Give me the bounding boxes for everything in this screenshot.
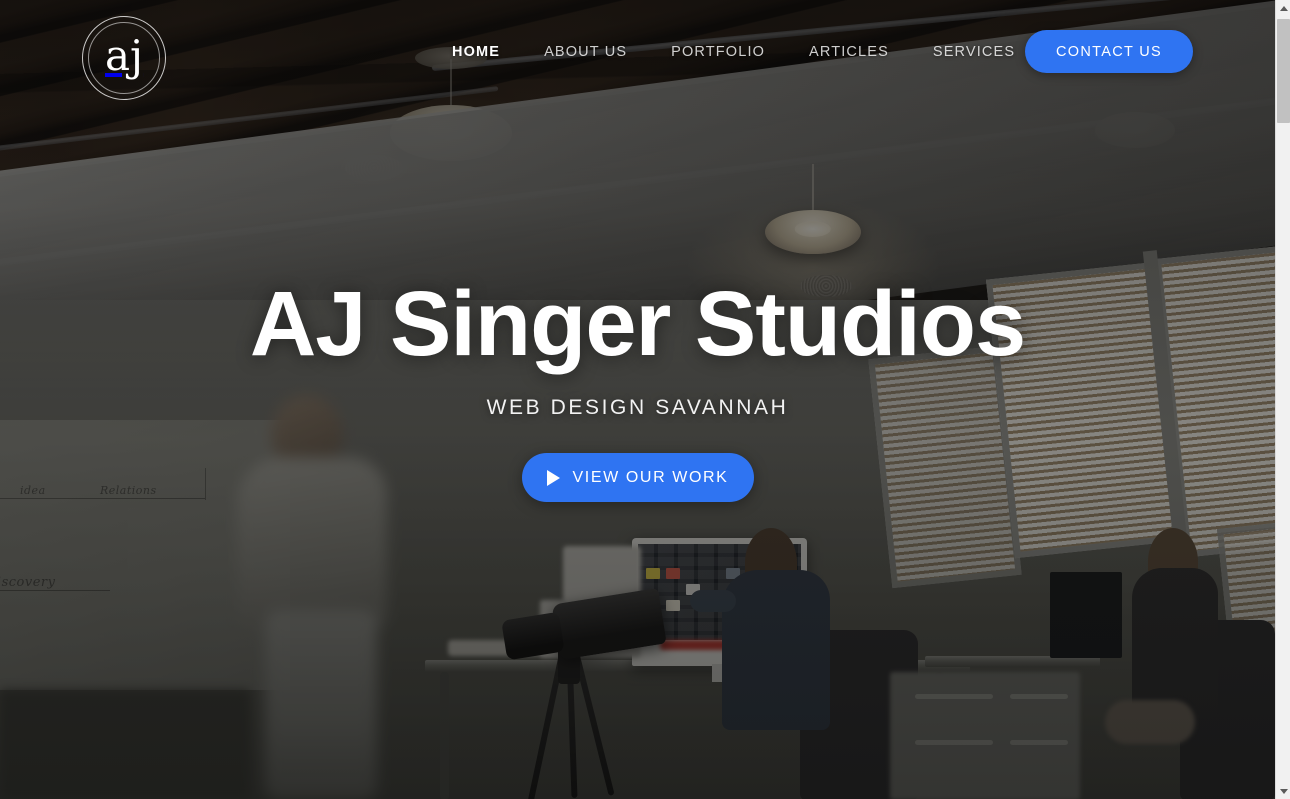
browser-viewport: idea Relations Discovery (0, 0, 1290, 799)
nav-link-articles[interactable]: ARTICLES (787, 44, 911, 60)
main-navigation: HOME ABOUT US PORTFOLIO ARTICLES SERVICE… (430, 0, 1037, 103)
hero-section: AJ Singer Studios WEB DESIGN SAVANNAH VI… (0, 278, 1275, 502)
scrollbar-thumb[interactable] (1277, 19, 1290, 123)
site-logo[interactable]: aj (82, 16, 166, 100)
hero-subtitle: WEB DESIGN SAVANNAH (486, 396, 789, 419)
site-header: aj HOME ABOUT US PORTFOLIO ARTICLES SERV… (0, 0, 1275, 103)
web-page: idea Relations Discovery (0, 0, 1275, 799)
view-our-work-button[interactable]: VIEW OUR WORK (521, 453, 754, 502)
logo-monogram: aj (104, 31, 144, 80)
scroll-down-arrow-icon[interactable] (1276, 783, 1290, 799)
scroll-up-arrow-icon[interactable] (1276, 0, 1290, 16)
nav-link-services[interactable]: SERVICES (911, 44, 1037, 60)
vertical-scrollbar[interactable] (1275, 0, 1290, 799)
play-icon (546, 469, 560, 486)
contact-us-button[interactable]: CONTACT US (1025, 30, 1193, 73)
nav-link-home[interactable]: HOME (430, 44, 522, 60)
view-our-work-label: VIEW OUR WORK (572, 468, 729, 486)
page-title: AJ Singer Studios (249, 273, 1026, 375)
nav-link-portfolio[interactable]: PORTFOLIO (649, 44, 787, 60)
nav-link-about-us[interactable]: ABOUT US (522, 44, 649, 60)
